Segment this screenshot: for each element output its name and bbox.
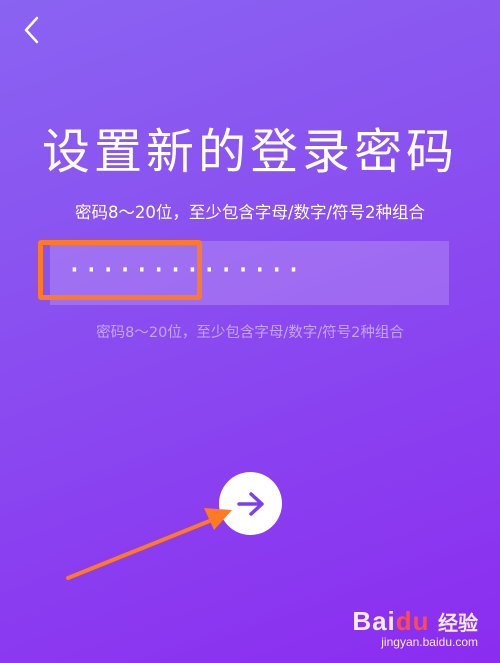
paw-icon: du — [395, 606, 430, 636]
baidu-jingyan-watermark: Baidu 经验 jingyan.baidu.com — [352, 606, 478, 649]
watermark-url: jingyan.baidu.com — [381, 635, 478, 649]
chevron-left-icon — [24, 16, 39, 44]
back-button[interactable] — [18, 14, 46, 46]
watermark-logo: Baidu — [352, 606, 430, 636]
password-hint: 密码8～20位，至少包含字母/数字/符号2种组合 — [96, 325, 404, 341]
next-button[interactable] — [219, 472, 282, 535]
arrow-right-icon — [236, 491, 264, 516]
password-rule-subtitle: 密码8～20位，至少包含字母/数字/符号2种组合 — [74, 203, 426, 222]
annotation-highlight-box — [38, 240, 202, 300]
watermark-label: 经验 — [438, 613, 478, 635]
page-title: 设置新的登录密码 — [41, 124, 458, 180]
